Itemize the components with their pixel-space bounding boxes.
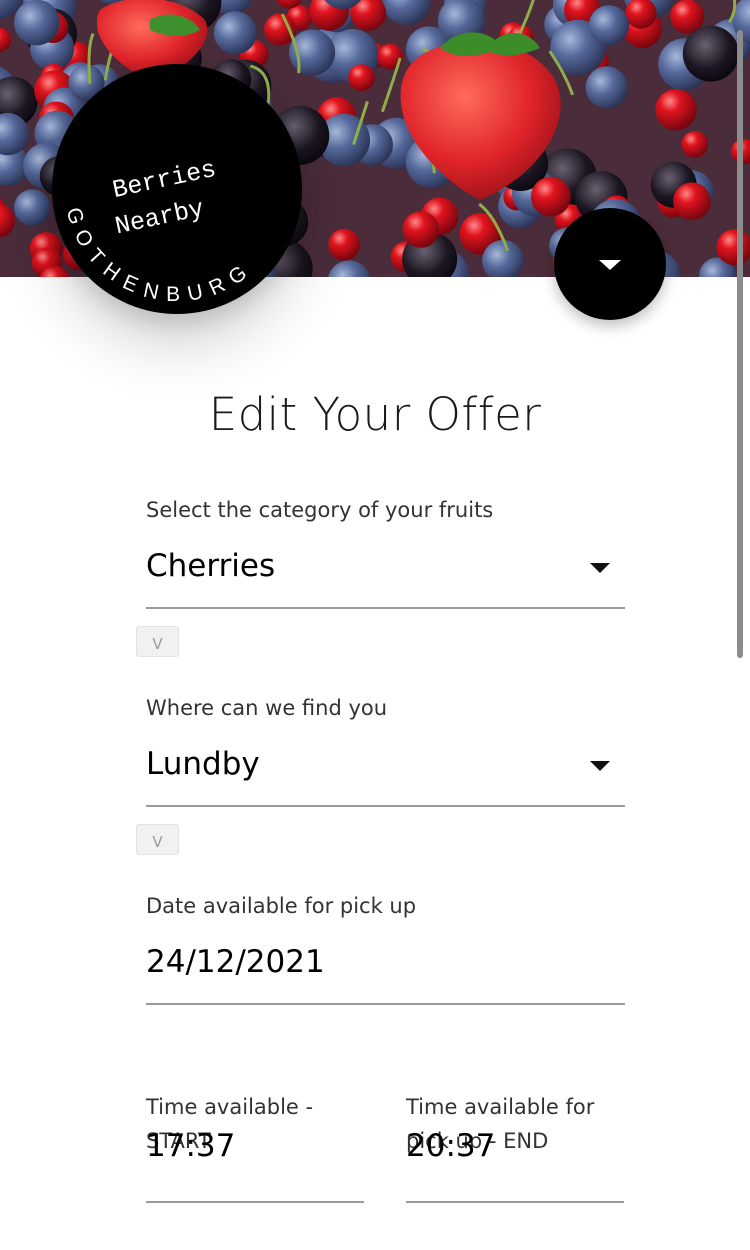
berry-decoration [348,64,375,92]
time-start-field[interactable]: Time available - START 17:37 [146,1090,364,1205]
location-select[interactable]: Where can we find you Lundby [146,696,625,808]
app-screen: Berries Nearby GOTHENBURG Edit Your Offe… [0,0,750,1250]
date-field[interactable]: Date available for pick up 24/12/2021 [146,894,625,1006]
location-label: Where can we find you [146,696,388,720]
berry-decoration [14,189,51,226]
date-label: Date available for pick up [146,894,417,918]
berry-decoration [213,11,257,55]
location-toggle[interactable]: V [136,824,179,855]
time-end-field[interactable]: Time available for pick up - END 20:37 [406,1090,624,1205]
berry-decoration [655,89,697,131]
time-end-underline [406,1201,624,1203]
scrollbar[interactable] [737,30,743,658]
berries-nearby-logo[interactable]: Berries Nearby GOTHENBURG [52,64,302,314]
berry-decoration [673,182,711,221]
page-title: Edit Your Offer [208,388,542,441]
svg-text:Berries: Berries [110,155,219,205]
berry-decoration [681,131,709,158]
category-underline [146,607,625,609]
caret-down-icon[interactable] [590,563,610,573]
time-end-value[interactable]: 20:37 [406,1128,495,1164]
berry-decoration [588,5,630,46]
caret-down-icon [599,260,621,270]
date-value[interactable]: 24/12/2021 [146,944,325,980]
berry-decoration [264,13,296,46]
category-toggle[interactable]: V [136,626,179,657]
logo-line1: Berries [110,155,219,205]
location-value[interactable]: Lundby [146,746,260,782]
berry-decoration [585,66,628,109]
time-start-value[interactable]: 17:37 [146,1128,235,1164]
location-underline [146,805,625,807]
berry-decoration [682,25,739,82]
berry-decoration [530,176,571,217]
time-start-underline [146,1201,364,1203]
berry-decoration [14,0,60,46]
date-underline [146,1003,625,1005]
berry-decoration [402,211,440,248]
category-value[interactable]: Cherries [146,548,275,584]
caret-down-icon[interactable] [590,761,610,771]
berry-decoration [328,228,361,261]
category-select[interactable]: Select the category of your fruits Cherr… [146,498,625,610]
menu-toggle-button[interactable] [554,208,666,320]
category-label: Select the category of your fruits [146,498,494,522]
